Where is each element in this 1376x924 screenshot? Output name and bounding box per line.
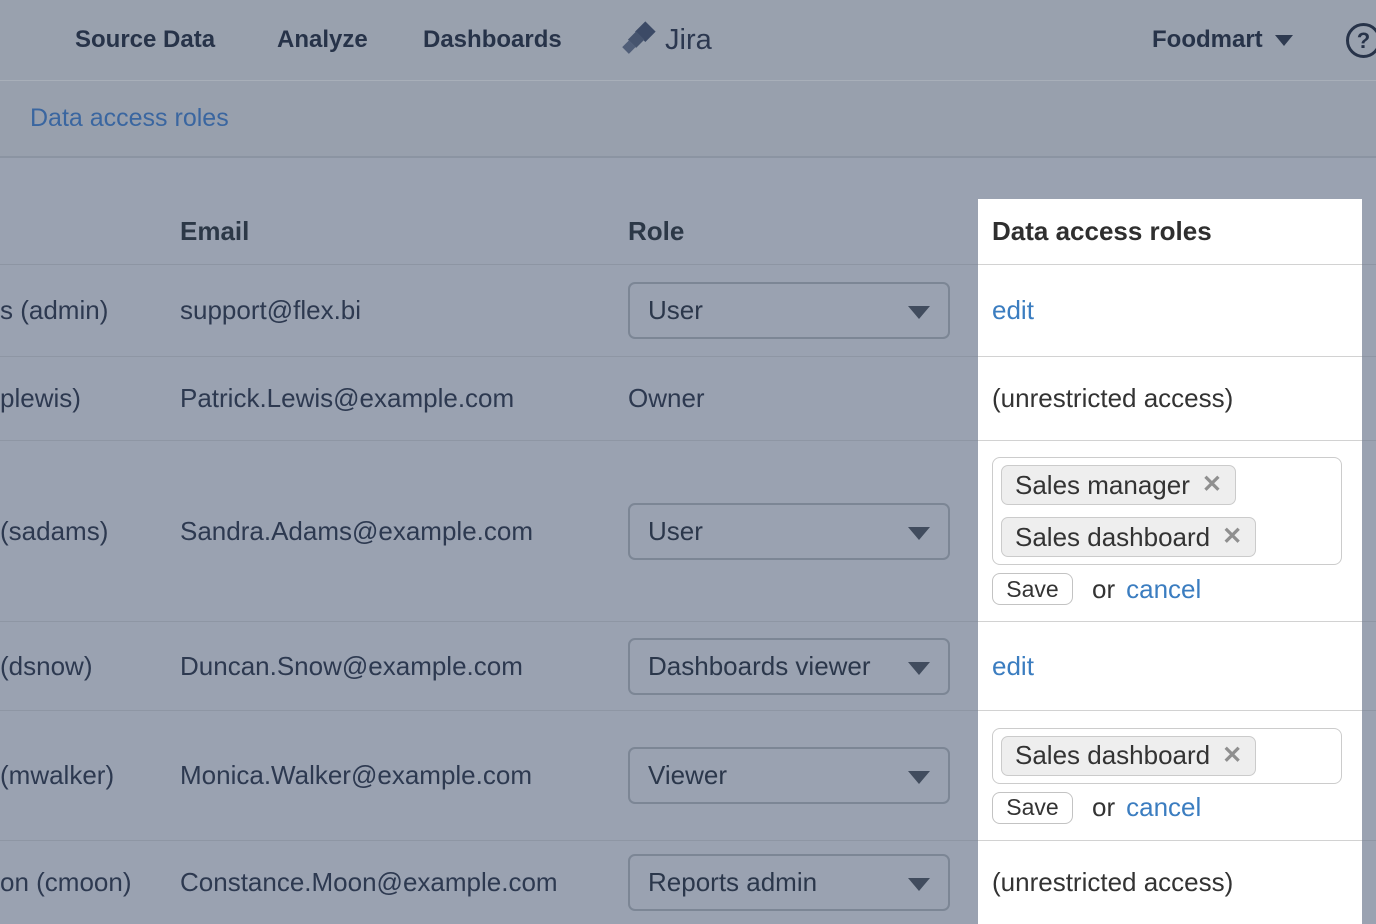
edit-access-link[interactable]: edit [992,295,1034,326]
role-text: Owner [628,357,958,440]
role-select[interactable]: Viewer [628,747,950,804]
nav-item-dashboards[interactable]: Dashboards [423,0,562,80]
user-name: (sadams) [0,441,175,621]
user-name: s (admin) [0,265,175,356]
top-nav: me Source Data Analyze Dashboards Jira F… [0,0,1376,81]
access-roles-input[interactable]: Sales dashboard ✕ [992,728,1342,784]
role-select-value: Reports admin [648,867,817,898]
dropdown-caret-icon [908,878,930,891]
dropdown-caret-icon [908,527,930,540]
user-email: support@flex.bi [180,265,620,356]
user-email: Constance.Moon@example.com [180,841,620,924]
user-name: (dsnow) [0,622,175,710]
access-roles-input[interactable]: Sales manager ✕ Sales dashboard ✕ [992,457,1342,565]
nav-item-jira[interactable]: Jira [620,0,712,80]
help-button[interactable]: ? [1346,23,1376,58]
edit-access-link[interactable]: edit [992,651,1034,682]
role-tag: Sales dashboard ✕ [1001,517,1256,557]
access-text: (unrestricted access) [978,841,1362,924]
role-tag: Sales dashboard ✕ [1001,736,1256,776]
or-text: or [1092,792,1115,823]
access-text: (unrestricted access) [978,357,1362,441]
user-name: on (cmoon) [0,841,175,924]
role-select[interactable]: User [628,282,950,339]
role-tag-label: Sales dashboard [1015,522,1210,553]
role-select[interactable]: Dashboards viewer [628,638,950,695]
data-access-roles-column: Data access roles edit (unrestricted acc… [978,199,1362,924]
role-select-value: User [648,516,703,547]
user-email: Patrick.Lewis@example.com [180,357,620,440]
header-data-access-roles: Data access roles [978,199,1362,265]
dropdown-caret-icon [908,306,930,319]
nav-item-analyze[interactable]: Analyze [277,0,368,80]
account-name: Foodmart [1152,26,1263,54]
remove-tag-icon[interactable]: ✕ [1202,473,1222,497]
header-email: Email [180,199,620,264]
breadcrumb-data-access-roles[interactable]: Data access roles [30,81,229,156]
cancel-link[interactable]: cancel [1126,792,1201,823]
or-text: or [1092,574,1115,605]
role-tag-label: Sales manager [1015,470,1190,501]
user-name: (mwalker) [0,711,175,840]
user-email: Duncan.Snow@example.com [180,622,620,710]
header-role: Role [628,199,958,264]
chevron-down-icon [1275,35,1293,46]
jira-logo-icon [620,19,658,62]
user-name: plewis) [0,357,175,440]
help-icon: ? [1357,28,1370,54]
remove-tag-icon[interactable]: ✕ [1222,525,1242,549]
dropdown-caret-icon [908,771,930,784]
role-tag-label: Sales dashboard [1015,740,1210,771]
jira-label: Jira [665,24,712,57]
user-email: Sandra.Adams@example.com [180,441,620,621]
role-select-value: User [648,295,703,326]
role-select-value: Dashboards viewer [648,651,871,682]
account-menu[interactable]: Foodmart [1152,0,1293,80]
role-tag: Sales manager ✕ [1001,465,1236,505]
remove-tag-icon[interactable]: ✕ [1222,744,1242,768]
cancel-link[interactable]: cancel [1126,574,1201,605]
nav-item-source-data[interactable]: Source Data [75,0,215,80]
breadcrumb-bar: Data access roles [0,81,1376,158]
role-select[interactable]: Reports admin [628,854,950,911]
role-select[interactable]: User [628,503,950,560]
save-button[interactable]: Save [992,573,1073,605]
user-email: Monica.Walker@example.com [180,711,620,840]
save-button[interactable]: Save [992,792,1073,824]
dropdown-caret-icon [908,662,930,675]
role-select-value: Viewer [648,760,727,791]
